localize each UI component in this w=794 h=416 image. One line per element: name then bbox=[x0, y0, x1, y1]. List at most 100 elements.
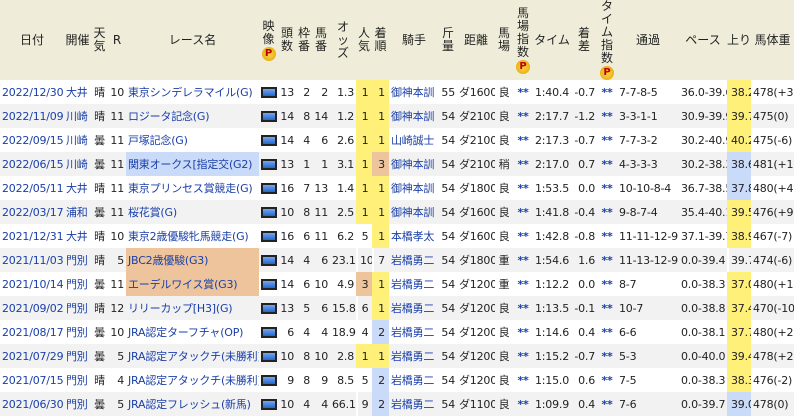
cell-video[interactable] bbox=[259, 344, 278, 368]
video-icon[interactable] bbox=[261, 327, 277, 338]
video-icon[interactable] bbox=[261, 351, 277, 362]
premium-icon[interactable]: P bbox=[261, 46, 276, 61]
cell-video[interactable] bbox=[259, 152, 278, 176]
premium-icon[interactable]: P bbox=[600, 66, 614, 80]
cell-venue[interactable]: 川崎 bbox=[64, 152, 91, 176]
cell-field-size: 10 bbox=[278, 392, 296, 416]
video-icon[interactable] bbox=[261, 279, 277, 290]
cell-venue[interactable]: 門別 bbox=[64, 272, 91, 296]
cell-date[interactable]: 2022/09/15 bbox=[0, 128, 64, 152]
cell-venue[interactable]: 大井 bbox=[64, 80, 91, 104]
cell-venue[interactable]: 門別 bbox=[64, 392, 91, 416]
cell-track-condition: 稍 bbox=[495, 152, 513, 176]
cell-track-condition: 良 bbox=[495, 200, 513, 224]
cell-jockey[interactable]: 岩橋勇二 bbox=[389, 296, 439, 320]
cell-venue[interactable]: 門別 bbox=[64, 320, 91, 344]
cell-race-name[interactable]: エーデルワイス賞(G3) bbox=[126, 272, 259, 296]
cell-date[interactable]: 2022/03/17 bbox=[0, 200, 64, 224]
cell-video[interactable] bbox=[259, 80, 278, 104]
cell-jockey[interactable]: 山崎誠士 bbox=[389, 128, 439, 152]
cell-video[interactable] bbox=[259, 128, 278, 152]
cell-date[interactable]: 2021/11/03 bbox=[0, 248, 64, 272]
video-icon[interactable] bbox=[261, 135, 277, 146]
cell-race-name[interactable]: JRA認定フレッシュ(新馬) bbox=[126, 392, 259, 416]
cell-jockey[interactable]: 岩橋勇二 bbox=[389, 272, 439, 296]
video-icon[interactable] bbox=[261, 207, 277, 218]
cell-jockey[interactable]: 岩橋勇二 bbox=[389, 368, 439, 392]
cell-race-name[interactable]: 戸塚記念(G) bbox=[126, 128, 259, 152]
cell-venue[interactable]: 大井 bbox=[64, 176, 91, 200]
cell-jockey[interactable]: 御神本訓 bbox=[389, 176, 439, 200]
cell-video[interactable] bbox=[259, 272, 278, 296]
cell-venue[interactable]: 門別 bbox=[64, 368, 91, 392]
cell-jockey[interactable]: 岩橋勇二 bbox=[389, 344, 439, 368]
cell-date[interactable]: 2022/11/09 bbox=[0, 104, 64, 128]
cell-date[interactable]: 2021/06/30 bbox=[0, 392, 64, 416]
cell-video[interactable] bbox=[259, 368, 278, 392]
cell-jockey[interactable]: 御神本訓 bbox=[389, 200, 439, 224]
cell-time: 1:42.8 bbox=[535, 229, 569, 243]
cell-date[interactable]: 2021/07/29 bbox=[0, 344, 64, 368]
cell-date[interactable]: 2021/09/02 bbox=[0, 296, 64, 320]
cell-video[interactable] bbox=[259, 392, 278, 416]
cell-race-name[interactable]: JRA認定アタックチ(未勝利) bbox=[126, 368, 259, 392]
cell-jockey[interactable]: 岩橋勇二 bbox=[389, 320, 439, 344]
cell-video[interactable] bbox=[259, 248, 278, 272]
cell-venue[interactable]: 川崎 bbox=[64, 128, 91, 152]
cell-distance: ダ1200 bbox=[459, 374, 495, 387]
cell-race-name[interactable]: 東京シンデレラマイル(G) bbox=[126, 80, 259, 104]
cell-race-name[interactable]: ロジータ記念(G) bbox=[126, 104, 259, 128]
cell-jockey[interactable]: 御神本訓 bbox=[389, 80, 439, 104]
cell-race-name[interactable]: 東京プリンセス賞競走(G) bbox=[126, 176, 259, 200]
cell-video[interactable] bbox=[259, 296, 278, 320]
video-icon[interactable] bbox=[261, 255, 277, 266]
cell-race-name[interactable]: JRA認定アタックチ(未勝利) bbox=[126, 344, 259, 368]
cell-venue[interactable]: 門別 bbox=[64, 344, 91, 368]
cell-venue[interactable]: 門別 bbox=[64, 296, 91, 320]
cell-date[interactable]: 2022/12/30 bbox=[0, 80, 64, 104]
cell-video[interactable] bbox=[259, 200, 278, 224]
cell-jockey[interactable]: 岩橋勇二 bbox=[389, 248, 439, 272]
cell-date[interactable]: 2021/10/14 bbox=[0, 272, 64, 296]
cell-body-weight: 480(+4) bbox=[753, 181, 794, 195]
cell-field-size: 14 bbox=[280, 277, 294, 291]
cell-date[interactable]: 2021/08/17 bbox=[0, 320, 64, 344]
cell-field-size: 10 bbox=[278, 344, 296, 368]
table-row: 2022/03/17 浦和曇 11 桜花賞(G) 10 8 11 2.5 1 1 御神本訓 54 ダ16… bbox=[0, 200, 794, 224]
video-icon[interactable] bbox=[261, 231, 277, 242]
video-icon[interactable] bbox=[261, 303, 277, 314]
cell-video[interactable] bbox=[259, 224, 278, 248]
cell-date[interactable]: 2022/05/11 bbox=[0, 176, 64, 200]
cell-venue[interactable]: 門別 bbox=[64, 248, 91, 272]
cell-date[interactable]: 2022/06/15 bbox=[0, 152, 64, 176]
cell-passing: 7-5 bbox=[619, 373, 637, 387]
cell-race-name[interactable]: 関東オークス[指定交(G2) bbox=[126, 152, 259, 176]
cell-jockey[interactable]: 本橋孝太 bbox=[389, 224, 439, 248]
cell-venue[interactable]: 川崎 bbox=[64, 104, 91, 128]
cell-date[interactable]: 2021/12/31 bbox=[0, 224, 64, 248]
cell-date[interactable]: 2021/07/15 bbox=[0, 368, 64, 392]
header-body-weight: 馬体重 bbox=[751, 0, 794, 80]
cell-video[interactable] bbox=[259, 320, 278, 344]
cell-race-name[interactable]: JRA認定ターフチャ(OP) bbox=[126, 320, 259, 344]
cell-venue[interactable]: 浦和 bbox=[64, 200, 91, 224]
video-icon[interactable] bbox=[261, 87, 277, 98]
cell-race-name[interactable]: JBC2歳優駿(G3) bbox=[126, 248, 259, 272]
cell-race-number: 5 bbox=[108, 392, 126, 416]
cell-popularity: 1 bbox=[356, 176, 372, 200]
video-icon[interactable] bbox=[261, 111, 277, 122]
video-icon[interactable] bbox=[261, 183, 277, 194]
cell-venue[interactable]: 大井 bbox=[64, 224, 91, 248]
premium-icon[interactable]: P bbox=[516, 59, 530, 74]
cell-race-name[interactable]: 桜花賞(G) bbox=[126, 200, 259, 224]
cell-race-number: 11 bbox=[108, 152, 126, 176]
cell-jockey[interactable]: 御神本訓 bbox=[389, 152, 439, 176]
cell-video[interactable] bbox=[259, 104, 278, 128]
cell-video[interactable] bbox=[259, 176, 278, 200]
cell-race-name[interactable]: リリーカップ[H3](G) bbox=[126, 296, 259, 320]
video-icon[interactable] bbox=[261, 375, 277, 386]
cell-race-name[interactable]: 東京2歳優駿牝馬競走(G) bbox=[126, 224, 259, 248]
video-icon[interactable] bbox=[261, 159, 277, 170]
cell-jockey[interactable]: 御神本訓 bbox=[389, 104, 439, 128]
cell-jockey[interactable]: 岩橋勇二 bbox=[389, 392, 439, 416]
